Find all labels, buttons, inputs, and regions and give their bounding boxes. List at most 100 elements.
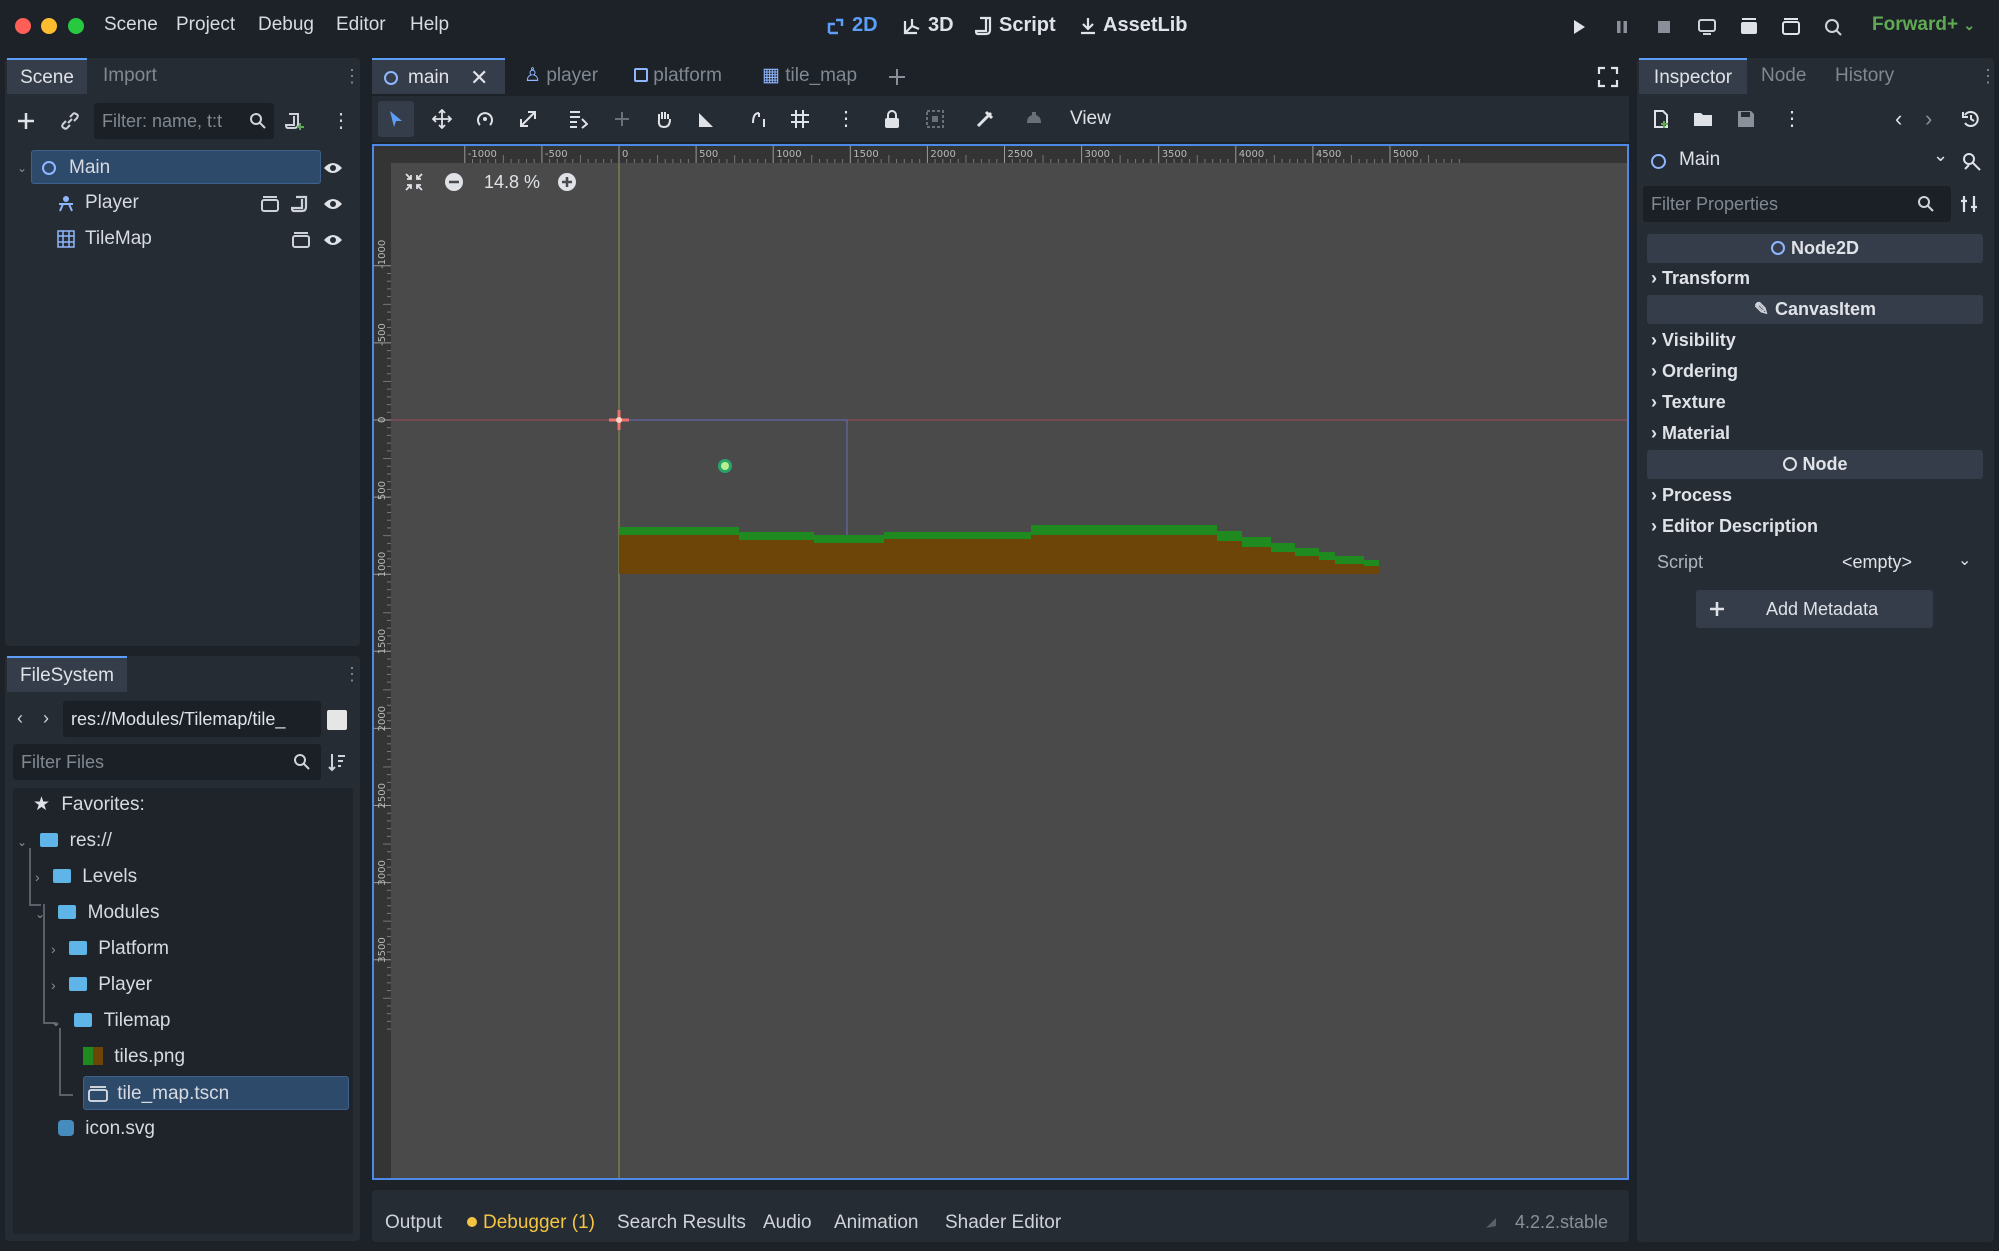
script-icon[interactable] <box>291 195 309 213</box>
viewport-2d[interactable]: -1000 -500 0 500 1000 1500 2000 2500 3000 3500 400… <box>372 144 1629 1180</box>
attach-script-icon[interactable] <box>285 111 305 131</box>
node-docs-icon[interactable] <box>1961 151 1983 173</box>
tab-audio[interactable]: Audio <box>763 1212 812 1234</box>
tree-node-main[interactable]: ⌄ Main <box>17 150 321 184</box>
tab-output[interactable]: Output <box>385 1212 442 1234</box>
favorites-row[interactable]: ★ Favorites: <box>33 788 145 822</box>
remote-debug-icon[interactable] <box>1697 17 1717 37</box>
dock-menu-icon[interactable]: ⋮ <box>1979 66 1997 87</box>
camera-override-icon[interactable] <box>1024 109 1044 129</box>
smart-snap-icon[interactable] <box>749 109 769 129</box>
open-scene-icon[interactable] <box>291 231 311 249</box>
tab-inspector[interactable]: Inspector <box>1639 58 1747 94</box>
pan-hand-icon[interactable] <box>654 109 674 129</box>
snap-options-icon[interactable]: ⋮ <box>836 106 856 131</box>
group-visibility[interactable]: › Visibility <box>1651 326 1736 355</box>
resource-options-icon[interactable]: ⋮ <box>1782 106 1802 131</box>
folder-platform[interactable]: › Platform <box>51 932 169 966</box>
zoom-level-label[interactable]: 14.8 % <box>484 172 540 193</box>
group-transform[interactable]: › Transform <box>1651 264 1750 293</box>
movie-maker-icon[interactable] <box>1823 17 1843 37</box>
folder-res[interactable]: ⌄ res:// <box>17 824 112 858</box>
player-node-marker[interactable] <box>718 459 732 473</box>
folder-tilemap[interactable]: ⌄ Tilemap <box>51 1004 171 1038</box>
add-node-icon[interactable] <box>15 110 37 132</box>
tab-player[interactable]: ♙ player <box>512 58 610 94</box>
tab-node[interactable]: Node <box>1749 58 1818 94</box>
distraction-free-icon[interactable] <box>1597 66 1619 88</box>
group-icon[interactable] <box>925 109 945 129</box>
open-folder-icon[interactable] <box>1693 110 1715 128</box>
pivot-icon[interactable] <box>612 109 632 129</box>
mode-2d-button[interactable]: 2D <box>826 14 878 37</box>
new-resource-icon[interactable] <box>1651 109 1671 129</box>
group-editor-description[interactable]: › Editor Description <box>1651 512 1818 541</box>
tab-tile-map[interactable]: ▦ tile_map <box>750 58 869 94</box>
object-history-icon[interactable] <box>1961 109 1981 129</box>
zoom-in-icon[interactable] <box>557 172 577 192</box>
renderer-select[interactable]: Forward+ ⌄ <box>1872 14 1975 36</box>
mode-assetlib-button[interactable]: AssetLib <box>1079 14 1187 37</box>
move-icon[interactable] <box>432 109 452 129</box>
path-input[interactable]: res://Modules/Tilemap/tile_ <box>63 701 321 737</box>
play-scene-icon[interactable] <box>1739 17 1759 37</box>
grid-snap-icon[interactable] <box>790 109 810 129</box>
dock-menu-icon[interactable]: ⋮ <box>343 664 361 685</box>
dock-menu-icon[interactable]: ⋮ <box>343 66 361 87</box>
tab-shader-editor[interactable]: Shader Editor <box>945 1212 1061 1234</box>
group-process[interactable]: › Process <box>1651 481 1732 510</box>
mode-3d-button[interactable]: 3D <box>902 14 954 37</box>
play-icon[interactable] <box>1570 18 1588 36</box>
folder-levels[interactable]: › Levels <box>35 860 137 894</box>
section-node2d[interactable]: Node2D <box>1647 234 1983 263</box>
maximize-window-button[interactable] <box>68 18 84 34</box>
minimize-window-button[interactable] <box>41 18 57 34</box>
mode-script-button[interactable]: Script <box>975 14 1056 37</box>
menu-scene[interactable]: Scene <box>104 14 158 36</box>
tab-scene[interactable]: Scene <box>7 58 87 94</box>
center-view-icon[interactable] <box>404 172 424 192</box>
tab-main[interactable]: main ✕ <box>372 58 505 94</box>
tab-debugger[interactable]: Debugger (1) <box>483 1212 595 1234</box>
filter-files-input[interactable]: Filter Files <box>13 744 321 780</box>
viewport-canvas[interactable]: -1000 -500 0 500 1000 1500 2000 2500 3000 3500 400… <box>374 146 1627 1178</box>
tab-import[interactable]: Import <box>91 58 169 94</box>
save-icon[interactable] <box>1736 109 1756 129</box>
tab-platform[interactable]: platform <box>622 58 734 94</box>
stop-icon[interactable] <box>1655 18 1673 36</box>
menu-debug[interactable]: Debug <box>258 14 314 36</box>
group-texture[interactable]: › Texture <box>1651 388 1726 417</box>
tab-animation[interactable]: Animation <box>834 1212 919 1234</box>
file-icon-svg[interactable]: icon.svg <box>58 1112 155 1146</box>
skeleton-icon[interactable] <box>975 109 995 129</box>
close-icon[interactable]: ✕ <box>470 60 488 96</box>
scene-filter-input[interactable]: Filter: name, t:t <box>94 103 274 139</box>
back-icon[interactable]: ‹ <box>17 708 23 729</box>
property-tools-icon[interactable] <box>1959 194 1979 214</box>
forward-icon[interactable]: › <box>1925 106 1932 132</box>
folder-player[interactable]: › Player <box>51 968 152 1002</box>
close-window-button[interactable] <box>15 18 31 34</box>
split-mode-icon[interactable] <box>327 710 347 730</box>
visibility-eye-icon[interactable] <box>323 160 343 176</box>
ruler-icon[interactable] <box>697 109 717 129</box>
group-material[interactable]: › Material <box>1651 419 1730 448</box>
lock-icon[interactable] <box>882 109 902 129</box>
zoom-out-icon[interactable] <box>444 172 464 192</box>
node-selector[interactable]: Main ⌄ <box>1645 143 1955 179</box>
group-ordering[interactable]: › Ordering <box>1651 357 1738 386</box>
add-metadata-button[interactable]: Add Metadata <box>1696 590 1933 628</box>
folder-modules[interactable]: ⌄ Modules <box>35 896 159 930</box>
section-canvasitem[interactable]: ✎ CanvasItem <box>1647 295 1983 324</box>
menu-help[interactable]: Help <box>410 14 449 36</box>
filter-properties-input[interactable]: Filter Properties <box>1643 186 1951 222</box>
forward-icon[interactable]: › <box>43 708 49 729</box>
list-select-icon[interactable] <box>568 109 588 129</box>
menu-project[interactable]: Project <box>176 14 235 36</box>
tab-filesystem[interactable]: FileSystem <box>7 656 127 692</box>
open-scene-icon[interactable] <box>260 195 280 213</box>
play-custom-scene-icon[interactable] <box>1781 17 1801 37</box>
chevron-down-icon[interactable]: ⌄ <box>17 151 27 185</box>
add-tab-icon[interactable] <box>886 66 908 88</box>
file-tiles-png[interactable]: tiles.png <box>83 1040 185 1074</box>
